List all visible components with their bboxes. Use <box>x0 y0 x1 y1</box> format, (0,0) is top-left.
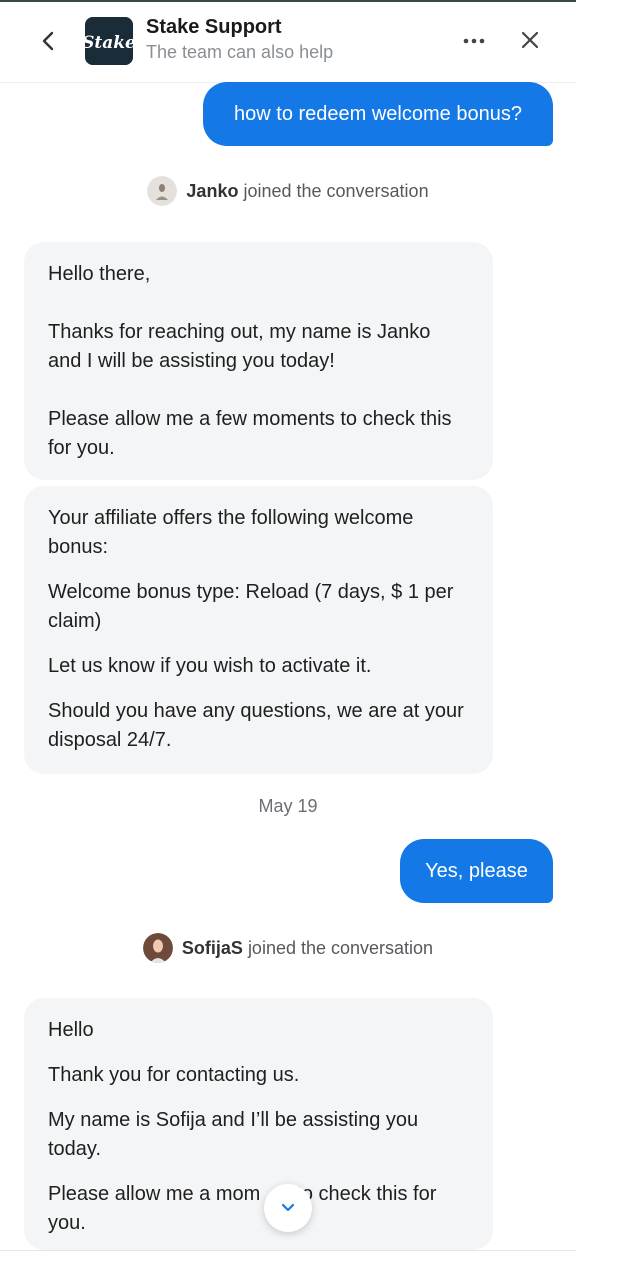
message-line: you. <box>48 1212 86 1234</box>
message-line: Thank you for contacting us. <box>48 1064 300 1086</box>
message-line: Hello <box>48 1019 94 1041</box>
message-line: Hello there, <box>48 263 151 285</box>
message-line: Your affiliate offers the following welc… <box>48 507 414 558</box>
back-button[interactable] <box>34 24 62 58</box>
close-icon <box>521 31 539 49</box>
agent-avatar <box>142 933 173 963</box>
message-text: Yes, please <box>425 859 528 882</box>
agent-avatar <box>147 176 178 206</box>
agent-name: Janko <box>186 180 239 201</box>
join-text: joined the conversation <box>243 180 429 201</box>
chat-subtitle: The team can also help <box>146 42 334 62</box>
chevron-down-icon <box>281 1203 295 1212</box>
chat-header: Stake Stake Support The team can also he… <box>0 2 576 83</box>
stake-logo-avatar: Stake <box>85 17 133 65</box>
message-line: Welcome bonus type: Reload (7 days, $ 1 … <box>48 581 454 632</box>
close-button[interactable] <box>512 22 548 58</box>
message-fragment: to check this for <box>296 1183 437 1205</box>
message-line: Please allow me a mom to check this for <box>48 1180 469 1209</box>
more-horizontal-icon <box>463 38 485 44</box>
incoming-message: Hello there, Thanks for reaching out, my… <box>24 242 493 480</box>
stake-logo-text: Stake <box>85 33 133 53</box>
message-line: Let us know if you wish to activate it. <box>48 655 372 677</box>
outgoing-message: how to redeem welcome bonus? <box>203 82 553 146</box>
incoming-message: Your affiliate offers the following welc… <box>24 486 493 774</box>
chevron-left-icon <box>42 31 54 51</box>
message-text: how to redeem welcome bonus? <box>234 102 522 125</box>
date-separator: May 19 <box>258 796 318 816</box>
message-fragment: Please allow me a mom <box>48 1183 261 1205</box>
incoming-message: Hello Thank you for contacting us. My na… <box>24 998 493 1250</box>
join-notice: Janko joined the conversation <box>0 175 576 207</box>
message-line: Please allow me a few moments to check t… <box>48 408 452 459</box>
composer-divider <box>0 1250 576 1251</box>
message-line: Should you have any questions, we are at… <box>48 700 464 751</box>
agent-name: SofijaS <box>181 937 243 958</box>
chat-title: Stake Support <box>146 16 282 38</box>
join-notice: SofijaS joined the conversation <box>0 932 576 964</box>
message-line: My name is Sofija and I’ll be assisting … <box>48 1109 419 1160</box>
outgoing-message: Yes, please <box>400 839 553 903</box>
scroll-to-bottom-button[interactable] <box>264 1184 312 1232</box>
message-line: Thanks for reaching out, my name is Jank… <box>48 321 431 372</box>
join-text: joined the conversation <box>247 937 434 958</box>
more-options-button[interactable] <box>456 24 492 58</box>
right-gutter <box>576 0 640 1280</box>
